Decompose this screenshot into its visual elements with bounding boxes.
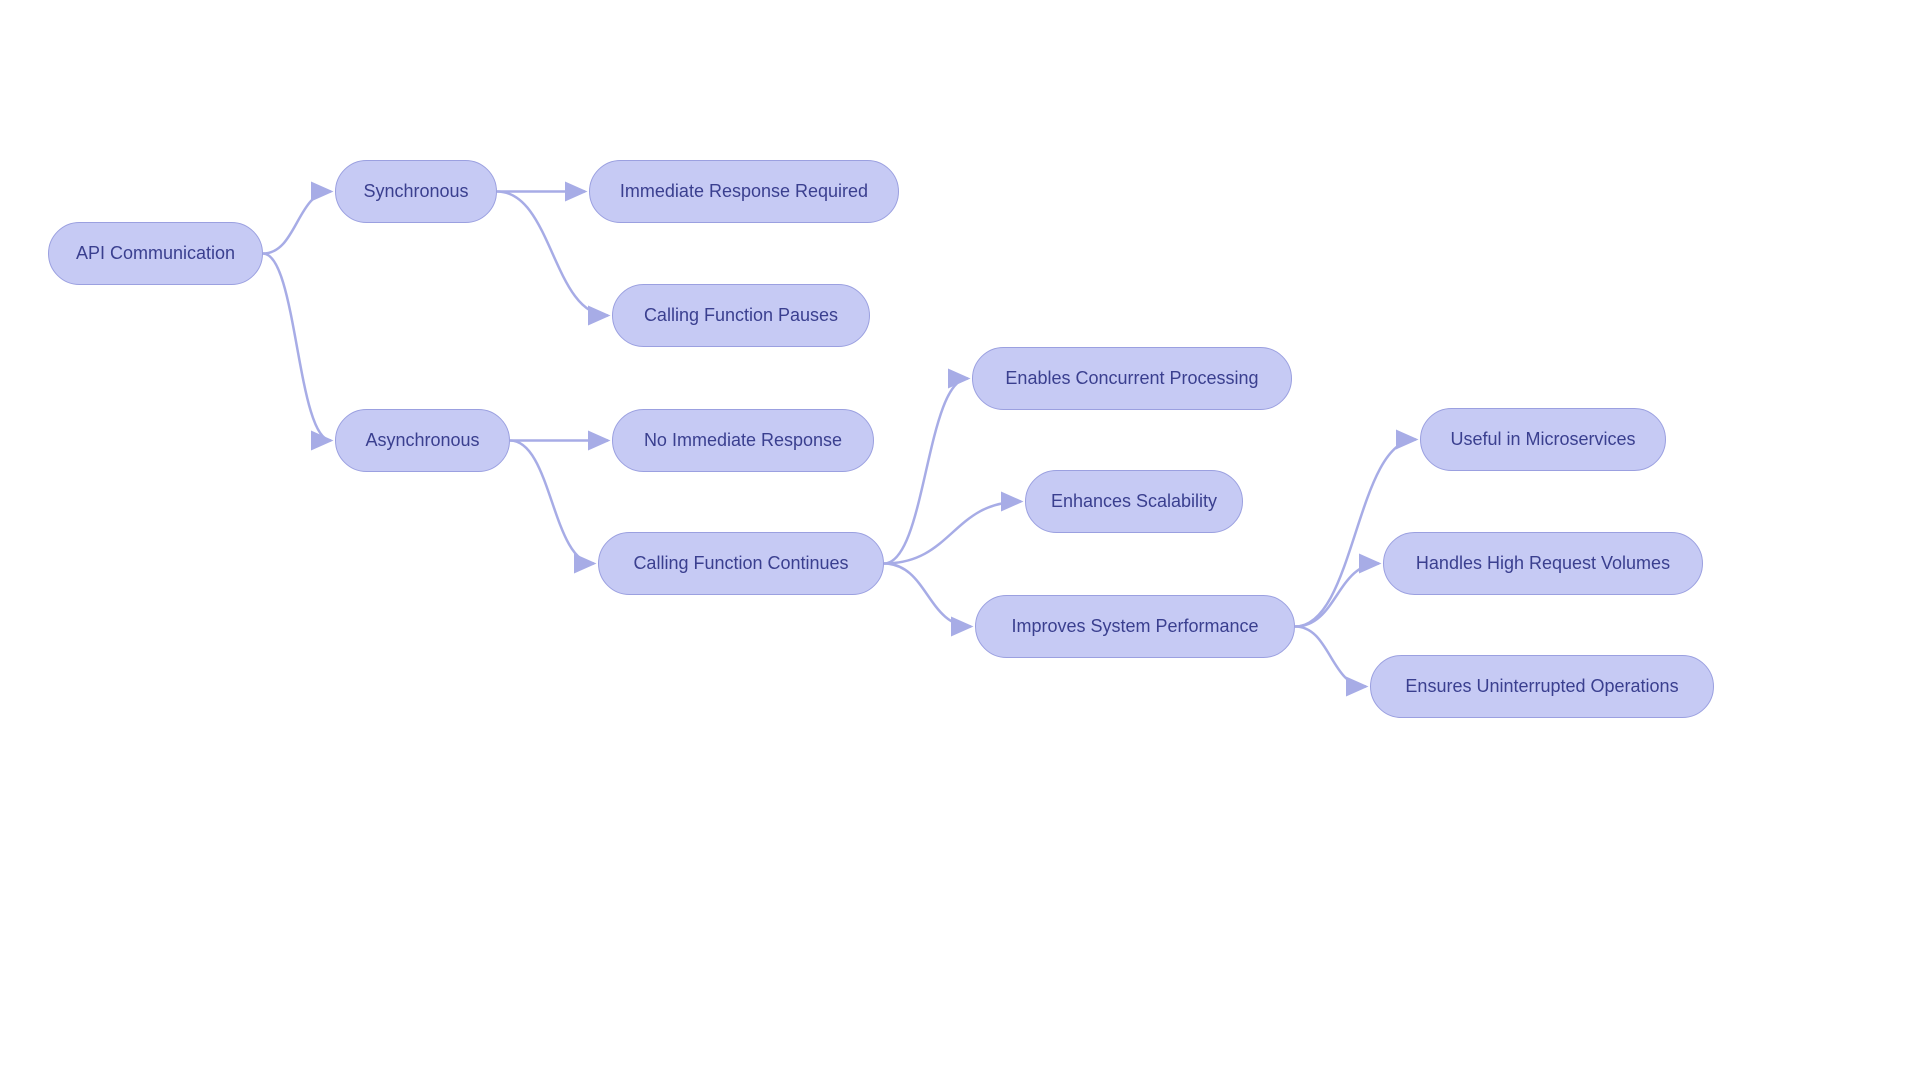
edge-api-to-async <box>263 254 331 441</box>
edge-continues-to-concurrent <box>884 379 968 564</box>
node-volumes: Handles High Request Volumes <box>1383 532 1703 595</box>
node-async: Asynchronous <box>335 409 510 472</box>
node-scalability: Enhances Scalability <box>1025 470 1243 533</box>
node-microservices: Useful in Microservices <box>1420 408 1666 471</box>
edge-continues-to-performance <box>884 564 971 627</box>
node-uninterrupted: Ensures Uninterrupted Operations <box>1370 655 1714 718</box>
node-concurrent: Enables Concurrent Processing <box>972 347 1292 410</box>
node-pauses: Calling Function Pauses <box>612 284 870 347</box>
edge-performance-to-uninterrupted <box>1295 627 1366 687</box>
node-sync: Synchronous <box>335 160 497 223</box>
edge-performance-to-volumes <box>1295 564 1379 627</box>
edge-sync-to-pauses <box>497 192 608 316</box>
node-continues: Calling Function Continues <box>598 532 884 595</box>
node-api: API Communication <box>48 222 263 285</box>
node-imm_resp: Immediate Response Required <box>589 160 899 223</box>
edge-performance-to-microservices <box>1295 440 1416 627</box>
node-no_imm: No Immediate Response <box>612 409 874 472</box>
edge-async-to-continues <box>510 441 594 564</box>
edge-api-to-sync <box>263 192 331 254</box>
node-performance: Improves System Performance <box>975 595 1295 658</box>
edge-continues-to-scalability <box>884 502 1021 564</box>
